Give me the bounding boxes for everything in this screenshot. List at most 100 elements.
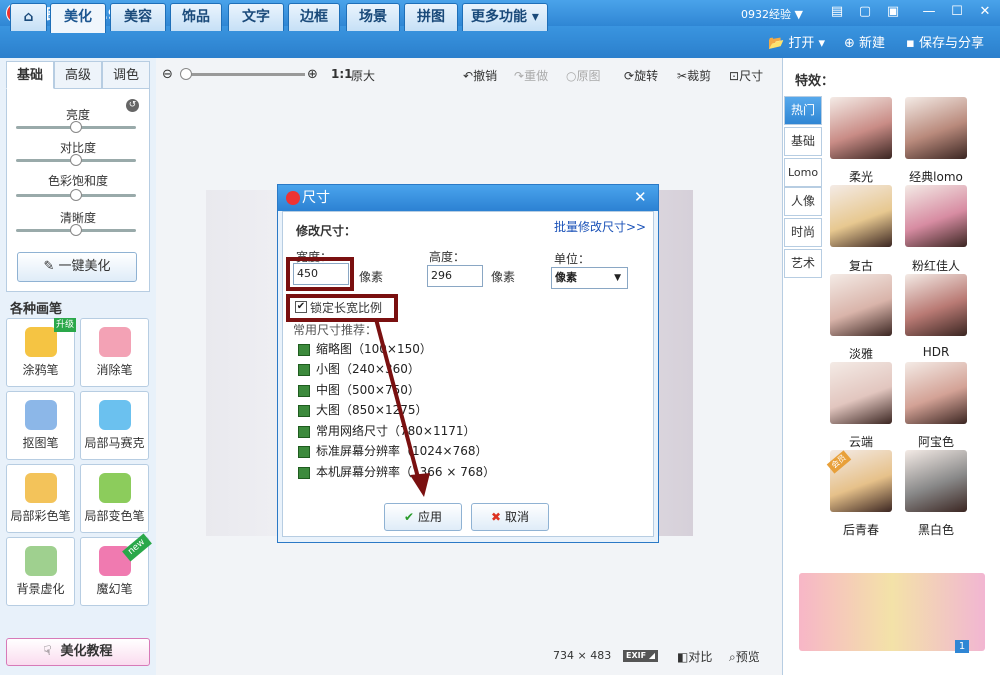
banner-page-indicator[interactable]: 1 [955, 640, 969, 653]
recolor-brush[interactable]: 局部变色笔 [80, 464, 149, 533]
undo-button[interactable]: ↶撤销 [463, 67, 497, 84]
bg-blur-brush[interactable]: 背景虚化 [6, 537, 75, 606]
color-brush[interactable]: 局部彩色笔 [6, 464, 75, 533]
user-account[interactable]: 0932经验 ▼ [741, 6, 803, 22]
tab-scene[interactable]: 场景 [346, 3, 400, 31]
brightness-knob[interactable] [70, 121, 82, 133]
monitor-icon [298, 404, 310, 417]
resize-section-title: 修改尺寸： [296, 224, 357, 238]
open-label: 打开 [788, 36, 815, 51]
tab-beautify[interactable]: 美化 [50, 3, 106, 33]
zoom-knob[interactable] [180, 68, 192, 80]
ratio-button[interactable]: 1:1 [331, 67, 353, 81]
effect-hdr[interactable] [905, 274, 967, 336]
menu-icon[interactable]: ▣ [884, 4, 902, 20]
dialog-close-icon[interactable]: ✕ [634, 188, 647, 206]
effect-cloud[interactable] [830, 362, 892, 424]
new-button[interactable]: ⊕ 新建 [844, 32, 885, 51]
undo-icon: ↶ [463, 69, 474, 83]
contrast-knob[interactable] [70, 154, 82, 166]
feedback-icon[interactable]: ▤ [828, 4, 846, 20]
pencil-icon [24, 327, 57, 357]
effects-tab-hot[interactable]: 热门 [784, 96, 822, 125]
height-input[interactable]: 296 [427, 265, 483, 287]
skin-icon[interactable]: ▢ [856, 4, 874, 20]
cancel-button[interactable]: ✖ 取消 [471, 503, 549, 531]
effect-elegant[interactable] [830, 274, 892, 336]
original-button[interactable]: ○原图 [566, 67, 601, 84]
zoom-slider[interactable] [181, 73, 305, 76]
tab-beauty[interactable]: 美容 [110, 3, 166, 31]
batch-resize-link[interactable]: 批量修改尺寸>> [554, 218, 646, 235]
monitor-icon [298, 425, 310, 438]
exif-button[interactable]: EXIF ◢ [623, 650, 659, 662]
chevron-down-icon: ▼ [614, 273, 621, 283]
subtab-basic[interactable]: 基础 [6, 61, 54, 89]
width-unit: 像素 [359, 270, 384, 284]
compare-button[interactable]: ◧对比 [677, 648, 712, 665]
original-size-button[interactable]: 原大 [351, 67, 375, 84]
resize-button[interactable]: ⊡尺寸 [729, 67, 763, 84]
mosaic-icon [98, 400, 131, 430]
monitor-icon [298, 343, 310, 356]
tab-more[interactable]: 更多功能 ▾ [462, 3, 548, 31]
apply-button[interactable]: ✔ 应用 [384, 503, 462, 531]
subtab-tone[interactable]: 调色 [102, 61, 150, 89]
preview-label: 预览 [735, 650, 760, 664]
tab-collage[interactable]: 拼图 [404, 3, 458, 31]
sharpness-knob[interactable] [70, 224, 82, 236]
saturation-knob[interactable] [70, 189, 82, 201]
tab-border[interactable]: 边框 [288, 3, 340, 31]
tab-text[interactable]: 文字 [228, 3, 284, 31]
effect-abao[interactable] [905, 362, 967, 424]
unit-select[interactable]: 像素 ▼ [551, 267, 628, 289]
effect-label: 柔光 [848, 170, 873, 184]
bucket-icon [98, 473, 131, 503]
effect-black-white[interactable] [905, 450, 967, 512]
maximize-icon[interactable]: ☐ [948, 4, 966, 20]
open-button[interactable]: 📂 打开 ▾ [768, 32, 825, 51]
close-icon[interactable]: ✕ [976, 4, 994, 20]
resize-label: 尺寸 [739, 69, 764, 83]
minimize-icon[interactable]: — [920, 4, 938, 20]
effect-soft-light[interactable] [830, 97, 892, 159]
effects-tab-basic[interactable]: 基础 [784, 127, 822, 156]
rotate-button[interactable]: ⟳旋转 [624, 67, 658, 84]
subtab-advanced[interactable]: 高级 [54, 61, 102, 89]
effects-tab-portrait[interactable]: 人像 [784, 187, 822, 216]
effects-tab-art[interactable]: 艺术 [784, 249, 822, 278]
rotate-icon: ⟳ [624, 69, 635, 83]
dialog-title: 尺寸 [302, 190, 330, 206]
effect-classic-lomo[interactable] [905, 97, 967, 159]
rotate-label: 旋转 [634, 69, 659, 83]
effects-tab-lomo[interactable]: Lomo [784, 158, 822, 187]
home-tab[interactable]: ⌂ [10, 3, 47, 31]
zoom-in-icon[interactable]: ⊕ [307, 67, 318, 82]
cancel-icon: ✖ [491, 510, 502, 524]
redo-button[interactable]: ↷重做 [514, 67, 548, 84]
tab-accessories[interactable]: 饰品 [170, 3, 222, 31]
effect-pink-lady[interactable] [905, 185, 967, 247]
effects-header: 特效： [795, 74, 835, 89]
compare-icon: ◧ [677, 650, 689, 664]
resize-dialog: 尺寸 ✕ 修改尺寸： 批量修改尺寸>> 宽度： 450 像素 高度： 296 像… [277, 184, 659, 543]
original-label: 原图 [576, 69, 601, 83]
effect-label: 后青春 [842, 523, 879, 537]
crop-button[interactable]: ✂裁剪 [677, 67, 711, 84]
eraser-brush[interactable]: 消除笔 [80, 318, 149, 387]
zoom-out-icon[interactable]: ⊖ [162, 67, 173, 82]
cutout-brush[interactable]: 抠图笔 [6, 391, 75, 460]
one-click-beautify-button[interactable]: ✎ 一键美化 [17, 252, 137, 282]
tutorial-button[interactable]: ☟ 美化教程 [6, 638, 150, 666]
hand-icon: ☟ [43, 644, 52, 659]
effect-retro[interactable] [830, 185, 892, 247]
preview-button[interactable]: ⌕预览 [729, 648, 760, 665]
original-icon: ○ [566, 69, 577, 83]
save-icon: ▪ [906, 36, 915, 51]
mosaic-brush[interactable]: 局部马赛克 [80, 391, 149, 460]
cancel-label: 取消 [504, 510, 529, 524]
apply-label: 应用 [417, 510, 442, 524]
user-name: 0932经验 [741, 8, 791, 21]
save-share-button[interactable]: ▪ 保存与分享 [906, 32, 984, 51]
effects-tab-fashion[interactable]: 时尚 [784, 218, 822, 247]
